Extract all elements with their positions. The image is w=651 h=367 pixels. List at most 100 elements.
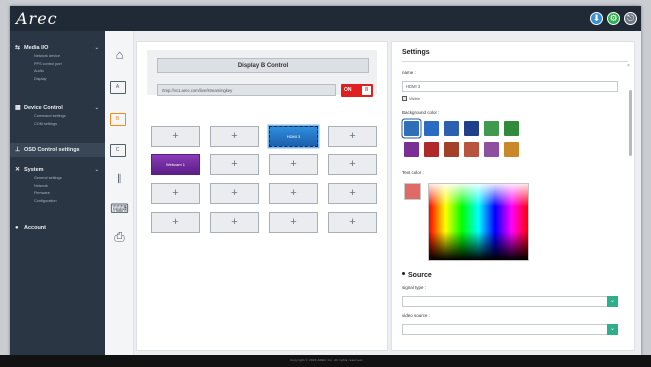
home-icon[interactable]: ⌂ — [110, 47, 129, 63]
nav-osd-label: OSD Control settings — [24, 147, 80, 153]
background-color-swatch[interactable] — [424, 121, 439, 136]
nav-item-com-settings[interactable]: COM settings — [15, 121, 101, 129]
text-color-swatch[interactable] — [404, 183, 421, 200]
app-window: Arec ⬇ ⚙ ⎋ ⇆ Media I/O ⌄ Network device … — [10, 6, 641, 361]
add-source-tile[interactable]: + — [328, 126, 377, 147]
logout-icon[interactable]: ⎋ — [624, 12, 637, 25]
add-source-tile[interactable]: + — [328, 154, 377, 175]
nav-item-network-device[interactable]: Network device — [15, 53, 101, 61]
chevron-down-icon: ⌄ — [607, 324, 618, 335]
top-bar: Arec ⬇ ⚙ ⎋ — [10, 6, 641, 31]
background-color-swatch[interactable] — [484, 121, 499, 136]
checkbox-icon — [402, 96, 407, 101]
source-tile[interactable]: Webcam 1 — [151, 154, 200, 175]
nav-osd-control[interactable]: ⊥ OSD Control settings — [10, 143, 105, 157]
visible-label: Visible — [409, 97, 421, 101]
nav-osd-head: ⊥ OSD Control settings — [15, 145, 101, 155]
stream-toggle[interactable]: ON — [341, 84, 373, 97]
nav-item-audio[interactable]: Audio — [15, 68, 101, 76]
nav-item-firmware[interactable]: Firmware — [15, 190, 101, 198]
text-color-label: Text color : — [402, 170, 424, 175]
add-source-tile[interactable]: + — [328, 183, 377, 204]
osd-icon: ⊥ — [15, 147, 21, 153]
app-logo: Arec — [16, 9, 58, 28]
add-source-tile[interactable]: + — [210, 183, 259, 204]
audio-mixer-icon[interactable]: 𝄃 — [110, 171, 129, 187]
toggle-label: ON — [344, 87, 352, 93]
source-title: Source — [408, 272, 432, 279]
camera-icon[interactable]: ⎙ — [110, 229, 129, 245]
keyboard-icon[interactable]: ⌨ — [110, 201, 129, 217]
nav-media-io[interactable]: ⇆ Media I/O ⌄ — [15, 43, 101, 53]
visible-checkbox[interactable]: Visible — [402, 96, 420, 101]
bullet-icon — [402, 272, 405, 275]
display-b-icon[interactable]: B — [110, 113, 126, 126]
nav-item-configuration[interactable]: Configuration — [15, 198, 101, 206]
background-color-swatch[interactable] — [504, 142, 519, 157]
user-icon: ● — [15, 225, 19, 231]
display-c-icon[interactable]: C — [110, 144, 126, 157]
add-source-tile[interactable]: + — [210, 126, 259, 147]
add-source-tile[interactable]: + — [210, 212, 259, 233]
nav-system[interactable]: ✕ System ⌄ — [15, 165, 101, 175]
background-color-swatch[interactable] — [424, 142, 439, 157]
signal-type-select[interactable]: ⌄ — [402, 296, 618, 307]
download-icon[interactable]: ⬇ — [590, 12, 603, 25]
nav-item-pps-control-port[interactable]: PPS control port — [15, 61, 101, 69]
display-control-panel: Display B Control rtmp://vc1.arec.com/li… — [136, 41, 388, 351]
display-a-icon[interactable]: A — [110, 81, 126, 94]
nav-item-general-settings[interactable]: General settings — [15, 175, 101, 183]
nav-item-display[interactable]: Display — [15, 76, 101, 84]
footer-text: Copyright © 2020 AREC Inc. All rights re… — [290, 358, 363, 362]
background-color-swatch[interactable] — [504, 121, 519, 136]
footer-bar: Copyright © 2020 AREC Inc. All rights re… — [0, 355, 651, 367]
nav-media-io-label: Media I/O — [24, 45, 49, 51]
nav-group-account: ● Account — [15, 223, 101, 233]
background-color-swatch[interactable] — [404, 142, 419, 157]
add-source-tile[interactable]: + — [151, 212, 200, 233]
device-control-icon: ▦ — [15, 105, 21, 111]
add-source-tile[interactable]: + — [269, 154, 318, 175]
nav-item-command-settings[interactable]: Command settings — [15, 113, 101, 121]
color-picker[interactable] — [428, 183, 529, 261]
add-source-tile[interactable]: + — [269, 183, 318, 204]
close-icon[interactable]: × — [627, 63, 630, 69]
scrollbar[interactable] — [629, 90, 632, 156]
stream-url-field[interactable]: rtmp://vc1.arec.com/live/streamingkey — [157, 84, 336, 96]
sidebar: ⇆ Media I/O ⌄ Network device PPS control… — [10, 31, 105, 361]
name-label: name : — [402, 70, 416, 75]
nav-group-device-control: ▦ Device Control ⌄ Command settings COM … — [15, 103, 101, 128]
settings-title: Settings — [402, 49, 430, 56]
signal-type-label: signal type : — [402, 285, 427, 290]
background-color-swatch[interactable] — [464, 142, 479, 157]
background-color-swatch[interactable] — [404, 121, 419, 136]
background-color-swatch[interactable] — [444, 142, 459, 157]
pause-icon — [362, 86, 371, 95]
settings-panel: Settings × name : HDMI 3 Visible Backgro… — [391, 41, 635, 351]
nav-item-network[interactable]: Network — [15, 183, 101, 191]
chevron-down-icon: ⌄ — [607, 296, 618, 307]
nav-device-control[interactable]: ▦ Device Control ⌄ — [15, 103, 101, 113]
nav-account[interactable]: ● Account — [15, 223, 101, 233]
chevron-down-icon: ⌄ — [94, 105, 99, 111]
media-io-icon: ⇆ — [15, 45, 21, 51]
tools-icon: ✕ — [15, 167, 21, 173]
video-source-select[interactable]: ⌄ — [402, 324, 618, 335]
source-tile[interactable]: HDMI 3 — [269, 126, 318, 147]
display-a-letter: A — [115, 84, 120, 90]
name-input[interactable]: HDMI 3 — [402, 81, 618, 92]
settings-gear-icon[interactable]: ⚙ — [607, 12, 620, 25]
add-source-tile[interactable]: + — [151, 126, 200, 147]
display-title: Display B Control — [157, 58, 369, 73]
background-color-swatch[interactable] — [464, 121, 479, 136]
add-source-tile[interactable]: + — [151, 183, 200, 204]
background-color-swatch[interactable] — [484, 142, 499, 157]
add-source-tile[interactable]: + — [328, 212, 377, 233]
background-color-swatch[interactable] — [444, 121, 459, 136]
nav-device-control-label: Device Control — [24, 105, 63, 111]
add-source-tile[interactable]: + — [210, 154, 259, 175]
nav-system-label: System — [24, 167, 44, 173]
add-source-tile[interactable]: + — [269, 212, 318, 233]
nav-group-system: ✕ System ⌄ General settings Network Firm… — [15, 165, 101, 205]
chevron-down-icon: ⌄ — [94, 45, 99, 51]
